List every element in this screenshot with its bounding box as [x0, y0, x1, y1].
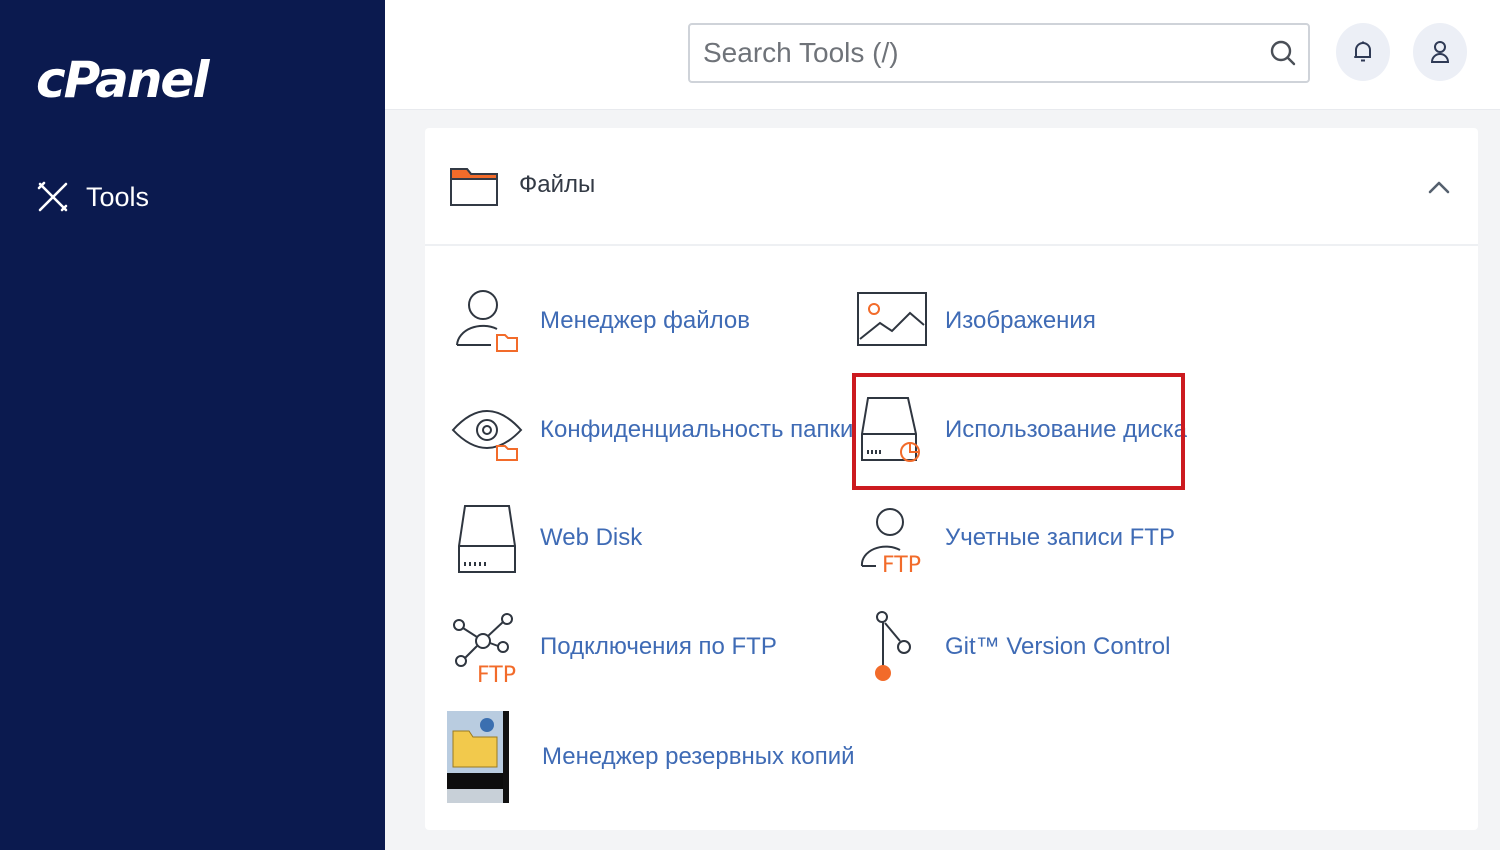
git-version-control-link[interactable]: Git™ Version Control	[856, 607, 1170, 687]
tools-icon	[37, 181, 68, 212]
cpanel-logo[interactable]: cPanel	[36, 52, 209, 108]
user-icon	[1430, 41, 1450, 63]
images-icon	[857, 292, 927, 346]
item-label: Учетные записи FTP	[945, 524, 1175, 551]
item-label: Подключения по FTP	[540, 633, 777, 660]
file-manager-link[interactable]: Менеджер файлов	[451, 281, 750, 361]
search-icon[interactable]	[1268, 38, 1298, 68]
svg-text:FTP: FTP	[882, 553, 921, 578]
sidebar-item-label: Tools	[86, 181, 150, 212]
folder-icon	[450, 168, 498, 206]
ftp-connections-link[interactable]: FTP Подключения по FTP	[451, 607, 777, 687]
item-label: Конфиденциальность папки	[540, 416, 854, 443]
item-label: Git™ Version Control	[945, 633, 1171, 660]
top-bar	[385, 0, 1500, 110]
backup-manager-icon	[447, 711, 509, 803]
file-manager-icon	[456, 290, 518, 352]
directory-privacy-link[interactable]: Конфиденциальность папки	[451, 390, 853, 470]
chevron-up-icon[interactable]	[1426, 176, 1452, 198]
user-button[interactable]	[1413, 23, 1467, 81]
search-box	[688, 23, 1310, 83]
highlight-box	[852, 373, 1185, 490]
item-label: Менеджер резервных копий	[542, 743, 855, 770]
section-header[interactable]: Файлы	[425, 128, 1478, 246]
directory-privacy-icon	[451, 410, 523, 461]
svg-text:FTP: FTP	[477, 663, 516, 687]
web-disk-icon	[458, 505, 516, 573]
item-label: Менеджер файлов	[540, 307, 750, 334]
section-title: Файлы	[519, 171, 596, 198]
backup-manager-link[interactable]: Менеджер резервных копий	[447, 711, 855, 803]
item-label: Web Disk	[540, 524, 643, 551]
ftp-accounts-link[interactable]: FTP Учетные записи FTP	[856, 498, 1175, 578]
item-label: Изображения	[945, 307, 1096, 334]
images-link[interactable]: Изображения	[856, 281, 1096, 361]
ftp-connections-icon: FTP	[453, 613, 516, 687]
git-icon	[875, 611, 911, 681]
notifications-button[interactable]	[1336, 23, 1390, 81]
ftp-accounts-icon: FTP	[860, 508, 921, 578]
sidebar: cPanel Tools	[0, 0, 385, 850]
search-input[interactable]	[690, 25, 1250, 81]
bell-icon	[1354, 41, 1371, 62]
web-disk-link[interactable]: Web Disk	[451, 498, 642, 578]
sidebar-item-tools[interactable]: Tools	[36, 180, 149, 214]
